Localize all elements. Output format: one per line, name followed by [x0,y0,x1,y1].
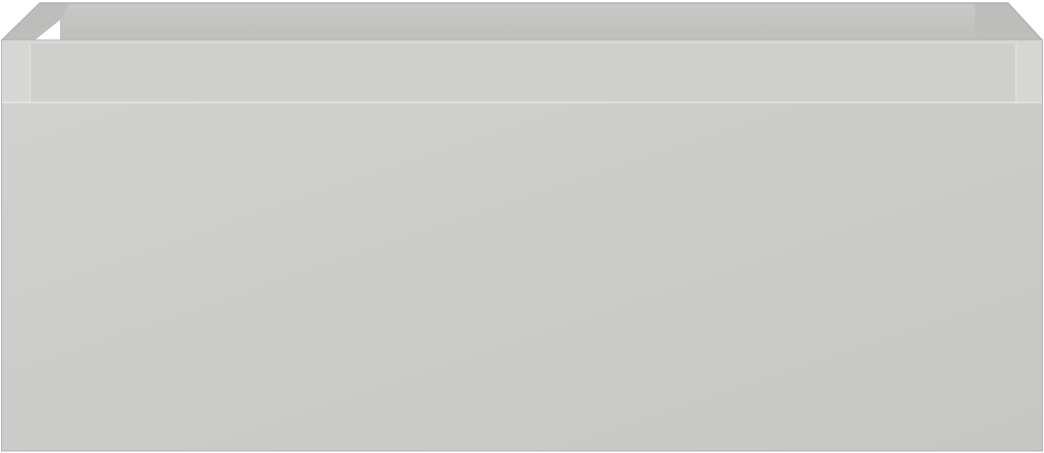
inner-back-wall [60,3,985,43]
inner-left-wall [2,3,70,44]
rim-inner-lip [30,44,1016,102]
drawer-illustration [0,0,1044,453]
drawer-front-panel [2,102,1042,451]
inner-right-wall [975,3,1042,44]
drawer-graphic [1,2,1043,452]
